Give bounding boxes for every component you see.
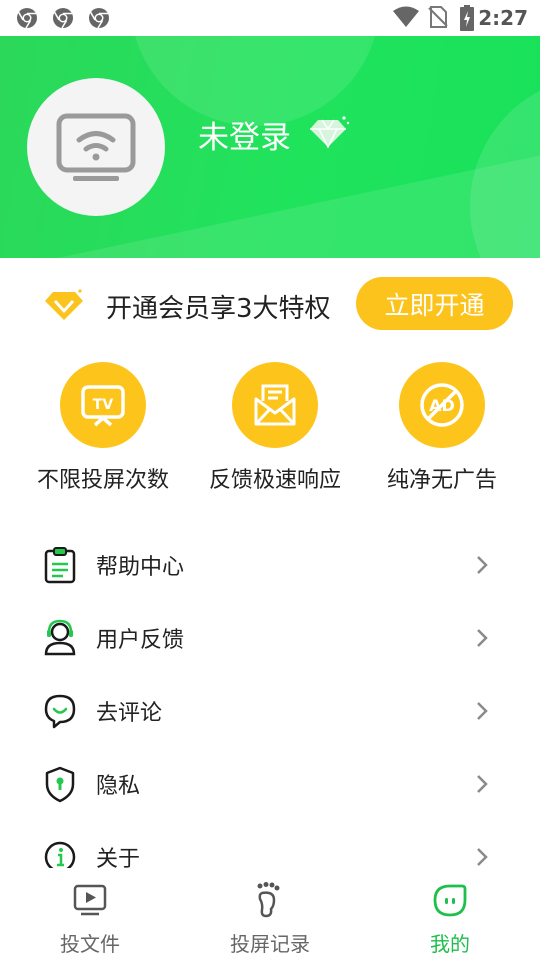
status-bar: 2:27	[0, 0, 540, 36]
chrome-icon	[53, 8, 73, 29]
cast-screen-icon	[56, 113, 136, 181]
status-time: 2:27	[478, 6, 528, 30]
bottom-nav: 投文件 投屏记录 我的	[0, 868, 540, 960]
menu-item-user-feedback[interactable]: 用户反馈	[0, 601, 540, 674]
footprint-icon	[257, 882, 280, 918]
vip-promo-text: 开通会员享3大特权	[106, 294, 331, 324]
menu-item-label: 去评论	[96, 701, 163, 726]
mail-icon	[254, 384, 296, 426]
menu-item-privacy[interactable]: 隐私	[0, 747, 540, 820]
privilege-icon-circle: AD	[399, 362, 485, 448]
privilege-label: 纯净无广告	[386, 468, 497, 493]
privilege-icon-circle	[232, 362, 318, 448]
comment-icon	[44, 694, 76, 729]
nav-label: 投文件	[60, 932, 120, 956]
wifi-icon	[393, 6, 419, 27]
profile-header: 未登录	[0, 36, 540, 258]
menu-item-review[interactable]: 去评论	[0, 674, 540, 747]
battery-charging-icon	[460, 5, 474, 31]
avatar[interactable]	[27, 78, 165, 216]
nav-label: 投屏记录	[230, 932, 310, 956]
nav-tab-cast-file[interactable]: 投文件	[0, 868, 180, 960]
vip-banner: 开通会员享3大特权 立即开通	[0, 258, 540, 350]
no-ad-icon: AD	[420, 383, 464, 427]
chrome-icon	[17, 8, 37, 29]
chrome-icon	[89, 8, 109, 29]
privilege-item[interactable]: 反馈极速响应	[190, 362, 360, 494]
chevron-right-icon	[477, 848, 488, 866]
me-icon	[433, 884, 467, 917]
no-sim-icon	[428, 6, 448, 28]
chevron-right-icon	[477, 629, 488, 647]
clipboard-icon	[44, 547, 76, 584]
privilege-item[interactable]: AD 纯净无广告	[357, 362, 527, 494]
login-status[interactable]: 未登录	[198, 112, 291, 157]
menu-item-label: 隐私	[96, 774, 141, 799]
diamond-icon	[310, 116, 350, 149]
menu-item-help-center[interactable]: 帮助中心	[0, 528, 540, 601]
privilege-item[interactable]: TV 不限投屏次数	[18, 362, 188, 494]
privilege-label: 反馈极速响应	[208, 468, 341, 493]
privilege-icon-circle: TV	[60, 362, 146, 448]
menu-item-label: 帮助中心	[96, 555, 185, 580]
support-agent-icon	[44, 619, 76, 656]
svg-text:TV: TV	[93, 397, 114, 413]
activate-vip-button[interactable]: 立即开通	[356, 277, 513, 330]
video-file-icon	[73, 884, 107, 916]
nav-label: 我的	[430, 932, 470, 956]
chevron-right-icon	[477, 556, 488, 574]
tv-cast-icon: TV	[81, 385, 125, 427]
menu-item-label: 用户反馈	[96, 628, 185, 653]
shield-lock-icon	[45, 766, 75, 803]
chevron-right-icon	[477, 775, 488, 793]
nav-tab-cast-history[interactable]: 投屏记录	[180, 868, 360, 960]
chevron-right-icon	[477, 702, 488, 720]
privilege-label: 不限投屏次数	[36, 468, 169, 493]
vip-diamond-icon	[45, 289, 83, 320]
nav-tab-mine[interactable]: 我的	[360, 868, 540, 960]
